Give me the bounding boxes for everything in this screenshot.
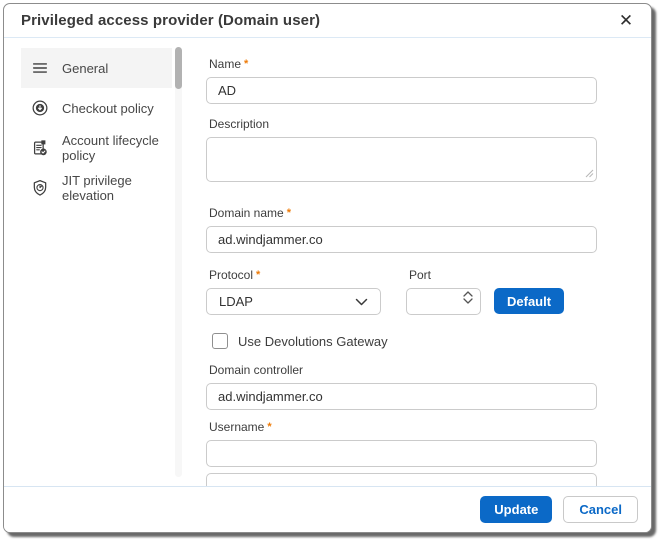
shield-clock-icon (33, 179, 47, 196)
domain-name-label: Domain name * (209, 206, 291, 220)
domain-name-input[interactable] (206, 226, 597, 253)
sidebar-item-jit-privilege-elevation[interactable]: JIT privilege elevation (21, 168, 172, 208)
name-label: Name * (209, 57, 249, 71)
dialog-header: Privileged access provider (Domain user)… (4, 4, 651, 38)
sidebar-item-label: Account lifecycle policy (62, 133, 159, 163)
form-scrollbar-thumb[interactable] (175, 47, 182, 89)
cancel-button[interactable]: Cancel (563, 496, 638, 523)
sidebar-item-account-lifecycle-policy[interactable]: Account lifecycle policy (21, 128, 172, 168)
gateway-checkbox-row: Use Devolutions Gateway (206, 333, 651, 349)
name-input[interactable] (206, 77, 597, 104)
sidebar-item-label: JIT privilege elevation (62, 173, 132, 203)
dialog-body: General Checkout policy Account lifecycl… (4, 39, 651, 486)
required-marker: * (244, 58, 249, 70)
chevron-down-icon[interactable] (463, 298, 473, 304)
sidebar-item-checkout-policy[interactable]: Checkout policy (21, 88, 172, 128)
protocol-label: Protocol * (209, 268, 261, 282)
required-marker: * (286, 207, 291, 219)
gateway-checkbox-label: Use Devolutions Gateway (238, 333, 388, 349)
checkout-policy-icon (32, 100, 48, 116)
protocol-column: Protocol * LDAP (206, 268, 381, 315)
sidebar-item-label: Checkout policy (62, 100, 154, 116)
privileged-access-provider-dialog: Privileged access provider (Domain user)… (3, 3, 652, 533)
port-column: Port (406, 268, 481, 315)
domain-controller-input[interactable] (206, 383, 597, 410)
close-icon[interactable]: ✕ (615, 10, 637, 32)
account-lifecycle-icon (33, 140, 47, 156)
description-textarea[interactable] (206, 137, 597, 182)
username-input[interactable] (206, 440, 597, 467)
domain-controller-label: Domain controller (209, 363, 304, 377)
use-devolutions-gateway-checkbox[interactable] (212, 333, 228, 349)
username-label: Username * (209, 420, 272, 434)
update-button[interactable]: Update (480, 496, 553, 523)
clipped-next-input[interactable] (206, 473, 597, 486)
menu-icon (32, 63, 48, 73)
description-label: Description (209, 117, 270, 131)
required-marker: * (256, 269, 261, 281)
protocol-select[interactable]: LDAP (206, 288, 381, 315)
sidebar-item-general[interactable]: General (21, 48, 172, 88)
port-spinner (463, 291, 473, 304)
required-marker: * (267, 421, 272, 433)
port-label: Port (409, 268, 432, 282)
protocol-selected-value: LDAP (219, 294, 253, 309)
dialog-title: Privileged access provider (Domain user) (21, 12, 321, 29)
chevron-up-icon[interactable] (463, 291, 473, 297)
protocol-port-row: Protocol * LDAP Port Default (206, 268, 651, 315)
port-stepper (406, 288, 481, 315)
provider-form: Name* Description Domain name* Protocol*… (206, 39, 651, 486)
dialog-footer: Update Cancel (4, 486, 651, 532)
default-button[interactable]: Default (494, 288, 565, 314)
chevron-down-icon (355, 298, 368, 305)
description-textarea-wrap (206, 137, 597, 182)
form-scrollbar-track[interactable] (175, 47, 182, 477)
sidebar-item-label: General (62, 60, 109, 76)
